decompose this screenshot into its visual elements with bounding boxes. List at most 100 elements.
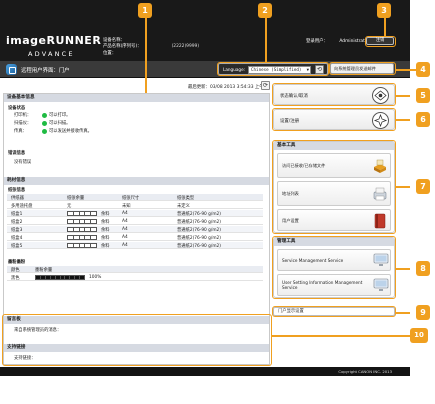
callout-highlight-7	[272, 140, 396, 234]
footer: Copyright CANON INC. 2013	[0, 367, 410, 376]
callout-line-3	[384, 15, 386, 37]
paper-source: 纸盒2	[11, 220, 23, 225]
callout-highlight-8	[272, 236, 396, 299]
paper-source: 纸盒3	[11, 228, 23, 233]
location-label: 位置：	[103, 50, 117, 56]
paper-type: 未定义	[177, 204, 190, 209]
scanner-status-label: 扫描仪：	[14, 121, 32, 126]
callout-badge-6: 6	[416, 112, 430, 127]
printer-status-label: 打印机：	[14, 113, 32, 118]
callout-highlight-2	[217, 62, 329, 76]
copyright: Copyright CANON INC. 2013	[338, 369, 392, 374]
paper-remaining: 无	[67, 204, 72, 209]
col-color: 颜色	[11, 268, 20, 273]
paper-level-gauge	[67, 235, 97, 240]
table-row: 纸盒3 余料 A4 普通纸2(76-90 g/m2)	[7, 226, 263, 233]
fax-status-value: 可以发送并接收传真。	[49, 129, 92, 134]
callout-line-6	[396, 119, 410, 121]
paper-remaining: 余料	[101, 212, 110, 217]
error-info-label: 错误信息	[8, 151, 26, 156]
status-ok-icon	[42, 128, 47, 134]
callout-badge-5: 5	[416, 88, 430, 103]
col-size: 纸张尺寸	[122, 196, 140, 201]
paper-source: 多用途托盘	[11, 204, 33, 209]
paper-remaining: 余料	[101, 236, 110, 241]
paper-size: A4	[122, 219, 128, 224]
callout-badge-8: 8	[416, 261, 430, 276]
toner-level-gauge	[35, 275, 85, 280]
paper-size: A4	[122, 227, 128, 232]
callout-badge-9: 9	[416, 305, 430, 320]
paper-source: 纸盒1	[11, 212, 23, 217]
callout-line-8	[396, 268, 410, 270]
callout-line-5	[396, 95, 410, 97]
paper-size: A4	[122, 211, 128, 216]
table-row: 纸盒5 余料 A4 普通纸2(76-90 g/m2)	[7, 242, 263, 249]
login-user-label: 登录用户：	[306, 39, 328, 44]
section-consumables: 耗材信息	[4, 177, 269, 185]
callout-highlight-4	[329, 62, 396, 75]
refresh-icon[interactable]: ⟳	[261, 81, 270, 90]
callout-line-10	[272, 335, 410, 337]
paper-info-label: 纸张信息	[8, 188, 26, 193]
col-toner-level: 墨粉余量	[35, 268, 53, 273]
gauge-segment	[80, 276, 85, 279]
callout-highlight-6	[272, 108, 396, 131]
device-name-label: 设备名称：	[103, 38, 125, 43]
callout-line-1	[145, 15, 147, 93]
product-name-label: 产品名称(序列号)：	[103, 44, 142, 50]
product-name-value: (2222)9999)	[171, 44, 200, 50]
table-row: 纸盒2 余料 A4 普通纸2(76-90 g/m2)	[7, 218, 263, 225]
portal-icon	[6, 64, 17, 75]
paper-type: 普通纸2(76-90 g/m2)	[177, 236, 221, 241]
col-type: 纸张类型	[177, 196, 195, 201]
callout-badge-7: 7	[416, 179, 430, 194]
page-title: 远程用户界面：门户	[21, 68, 70, 74]
callout-badge-3: 3	[377, 3, 391, 18]
callout-badge-1: 1	[138, 3, 152, 18]
callout-highlight-5	[272, 83, 396, 106]
scanner-status-value: 可以扫描。	[49, 121, 71, 126]
login-user: 登录用户： Administrator	[306, 38, 369, 44]
callout-badge-10: 10	[410, 328, 428, 343]
table-row: 黑色 100%	[7, 274, 263, 281]
callout-highlight-3	[365, 36, 396, 47]
col-remaining: 纸张余量	[67, 196, 85, 201]
callout-badge-4: 4	[416, 62, 430, 77]
paper-size: 未知	[122, 204, 131, 209]
paper-size: A4	[122, 235, 128, 240]
paper-type: 普通纸2(76-90 g/m2)	[177, 212, 221, 217]
table-row: 多用途托盘 无 未知 未定义	[7, 202, 263, 209]
paper-type: 普通纸2(76-90 g/m2)	[177, 244, 221, 249]
paper-remaining: 余料	[101, 244, 110, 249]
error-info-value: 没有错误	[14, 160, 32, 165]
section-device-basic-info: 设备基本信息	[4, 94, 269, 102]
paper-source: 纸盒5	[11, 244, 23, 249]
callout-line-9	[396, 312, 410, 314]
paper-size: A4	[122, 243, 128, 248]
table-row: 纸盒4 余料 A4 普通纸2(76-90 g/m2)	[7, 234, 263, 241]
toner-color: 黑色	[11, 276, 20, 281]
callout-line-2	[265, 15, 267, 62]
callout-badge-2: 2	[258, 3, 272, 18]
status-ok-icon	[42, 112, 47, 118]
logo-advance: ADVANCE	[28, 50, 75, 58]
top-header: imageRUNNER ADVANCE 设备名称： 产品名称(序列号)： (222…	[0, 0, 410, 61]
callout-highlight-9	[272, 306, 396, 317]
paper-level-gauge	[67, 243, 97, 248]
callout-line-7	[396, 186, 410, 188]
paper-type: 普通纸2(76-90 g/m2)	[177, 228, 221, 233]
paper-table-header: 供纸器 纸张余量 纸张尺寸 纸张类型	[7, 194, 263, 201]
device-info: 设备名称： 产品名称(序列号)： (2222)9999) 位置：	[103, 38, 199, 57]
toner-label: 墨粉墨粉	[8, 260, 26, 265]
last-updated: 最后更新：03/08 2013 3:54:33 上午	[188, 85, 264, 90]
device-status-label: 设备状态	[8, 106, 26, 111]
paper-level-gauge	[67, 211, 97, 216]
logo-imagerunner: imageRUNNER	[6, 34, 102, 47]
printer-status-value: 可以打印。	[49, 113, 71, 118]
table-row: 纸盒1 余料 A4 普通纸2(76-90 g/m2)	[7, 210, 263, 217]
callout-highlight-10	[2, 314, 272, 366]
toner-table-header: 颜色 墨粉余量	[7, 266, 263, 273]
status-ok-icon	[42, 120, 47, 126]
toner-level-text: 100%	[89, 275, 102, 280]
